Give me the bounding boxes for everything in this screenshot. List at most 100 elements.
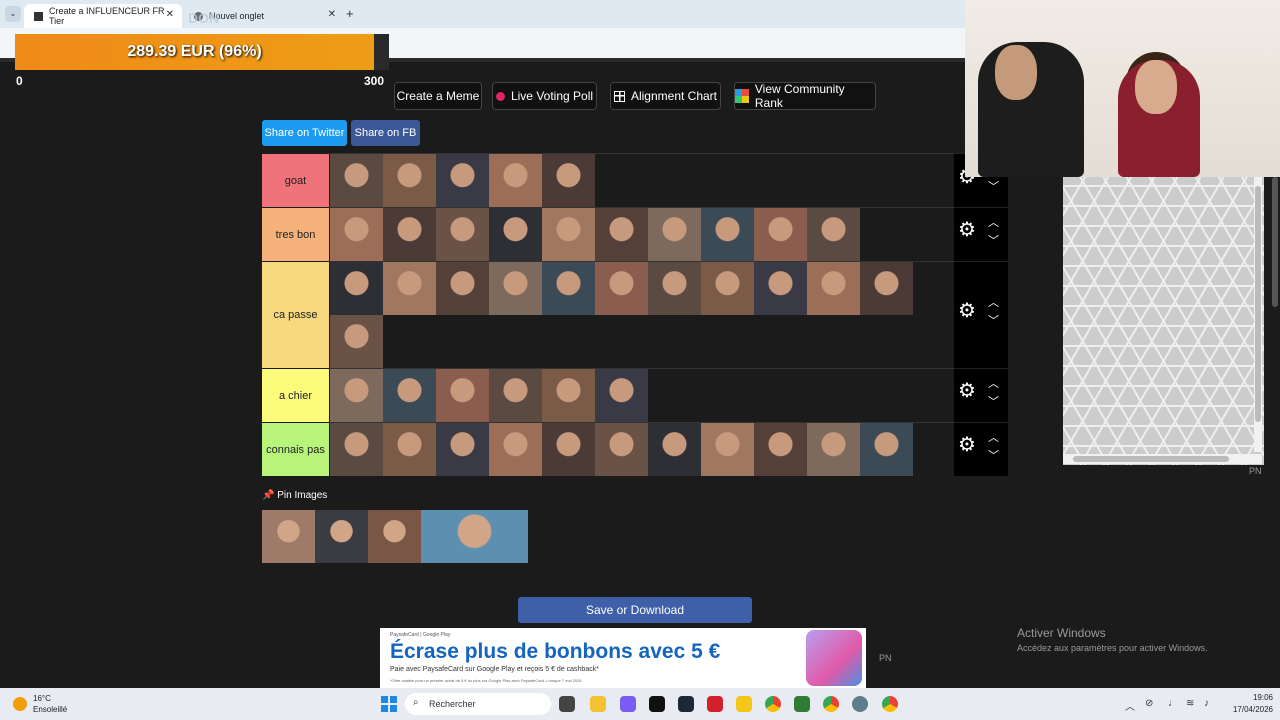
steam-icon[interactable] [678, 696, 694, 712]
tier-item-image[interactable] [489, 154, 542, 207]
gear-icon[interactable]: ⚙ [958, 217, 976, 242]
tier-label[interactable]: ca passe [262, 261, 329, 368]
chevron-up-icon[interactable]: ︿ [988, 214, 999, 230]
chevron-up-icon[interactable]: ︿ [988, 375, 999, 391]
tier-item-image[interactable] [754, 423, 807, 476]
close-tab-icon[interactable]: ✕ [328, 9, 336, 20]
wifi-icon[interactable]: ≋ [1186, 698, 1194, 709]
settings-icon[interactable] [852, 696, 868, 712]
tier-item-image[interactable] [807, 262, 860, 315]
page-scrollbar-thumb[interactable] [1272, 177, 1278, 307]
network-off-icon[interactable]: ⊘ [1145, 698, 1153, 709]
tier-item-image[interactable] [701, 208, 754, 261]
chevron-down-icon[interactable]: ﹀ [988, 178, 999, 194]
discord-icon[interactable] [620, 696, 636, 712]
tier-item-image[interactable] [701, 262, 754, 315]
tier-item-image[interactable] [383, 423, 436, 476]
tier-item-image[interactable] [542, 369, 595, 422]
tier-item-image[interactable] [330, 154, 383, 207]
panel-vertical-scroll-thumb[interactable] [1255, 186, 1261, 422]
tier-item-image[interactable] [860, 423, 913, 476]
tier-item-image[interactable] [807, 208, 860, 261]
tier-label[interactable]: connais pas [262, 422, 329, 476]
chevron-down-icon[interactable]: ﹀ [988, 447, 999, 463]
tier-row[interactable] [329, 261, 954, 368]
tier-item-image[interactable] [754, 208, 807, 261]
sun-icon[interactable] [13, 697, 27, 711]
tier-item-image[interactable] [648, 262, 701, 315]
tier-item-image[interactable] [595, 369, 648, 422]
chevron-up-icon[interactable]: ︿ [988, 429, 999, 445]
tier-item-image[interactable] [648, 208, 701, 261]
tier-row[interactable] [329, 153, 954, 207]
tier-item-image[interactable] [489, 369, 542, 422]
tier-item-image[interactable] [330, 369, 383, 422]
tier-item-image[interactable] [383, 369, 436, 422]
taskbar-search-input[interactable]: Rechercher [405, 693, 551, 715]
tier-item-image[interactable] [489, 208, 542, 261]
tier-label[interactable]: tres bon [262, 207, 329, 261]
gear-icon[interactable]: ⚙ [958, 378, 976, 403]
tier-item-image[interactable] [383, 154, 436, 207]
file-explorer-icon[interactable] [590, 696, 606, 712]
tier-item-image[interactable] [436, 423, 489, 476]
tier-item-image[interactable] [489, 262, 542, 315]
tab-list-dropdown[interactable]: ⌄ [5, 6, 21, 22]
tier-label[interactable]: goat [262, 153, 329, 207]
gear-icon[interactable]: ⚙ [958, 432, 976, 457]
app-red-icon[interactable] [707, 696, 723, 712]
tier-item-image[interactable] [860, 262, 913, 315]
tier-label[interactable]: a chier [262, 368, 329, 422]
tier-item-image[interactable] [330, 423, 383, 476]
create-meme-button[interactable]: Create a Meme [394, 82, 482, 110]
tier-item-image[interactable] [383, 262, 436, 315]
pinned-image[interactable] [262, 510, 315, 563]
tier-item-image[interactable] [436, 208, 489, 261]
tier-item-image[interactable] [542, 262, 595, 315]
tier-item-image[interactable] [595, 262, 648, 315]
pinned-image[interactable] [421, 510, 528, 563]
windows-start-icon[interactable] [381, 696, 397, 712]
chevron-up-icon[interactable]: ︿ [988, 294, 999, 310]
alignment-chart-button[interactable]: Alignment Chart [610, 82, 721, 110]
gear-icon[interactable]: ⚙ [958, 298, 976, 323]
tier-item-image[interactable] [595, 208, 648, 261]
chevron-down-icon[interactable]: ﹀ [988, 393, 999, 409]
tier-item-image[interactable] [489, 423, 542, 476]
share-twitter-button[interactable]: Share on Twitter [262, 120, 347, 146]
tier-row[interactable] [329, 368, 954, 422]
tier-item-image[interactable] [436, 262, 489, 315]
tier-item-image[interactable] [701, 423, 754, 476]
tier-item-image[interactable] [595, 423, 648, 476]
tier-item-image[interactable] [648, 423, 701, 476]
share-facebook-button[interactable]: Share on FB [351, 120, 420, 146]
chevron-down-icon[interactable]: ﹀ [988, 232, 999, 248]
tier-item-image[interactable] [383, 208, 436, 261]
chrome-profile-icon[interactable] [823, 696, 839, 712]
app-green-icon[interactable] [794, 696, 810, 712]
volume-icon[interactable]: ♪ [1204, 698, 1209, 709]
live-voting-poll-button[interactable]: Live Voting Poll [492, 82, 597, 110]
save-or-download-button[interactable]: Save or Download [518, 597, 752, 623]
view-community-rank-button[interactable]: View Community Rank [734, 82, 876, 110]
chrome-icon[interactable] [765, 696, 781, 712]
app-yellow-icon[interactable] [736, 696, 752, 712]
panel-horizontal-scroll-thumb[interactable] [1073, 456, 1229, 462]
image-source-panel[interactable] [1063, 177, 1264, 465]
microphone-icon[interactable]: ♩ [1168, 698, 1178, 709]
tier-item-image[interactable] [754, 262, 807, 315]
tier-item-image[interactable] [542, 423, 595, 476]
tier-item-image[interactable] [807, 423, 860, 476]
tier-item-image[interactable] [436, 154, 489, 207]
epic-games-icon[interactable] [649, 696, 665, 712]
pinned-image[interactable] [315, 510, 368, 563]
chrome-active-icon[interactable] [882, 696, 898, 712]
tier-row[interactable] [329, 422, 954, 476]
tier-item-image[interactable] [330, 315, 383, 368]
pinned-image[interactable] [368, 510, 421, 563]
tier-item-image[interactable] [330, 262, 383, 315]
chevron-down-icon[interactable]: ﹀ [988, 312, 999, 328]
tier-item-image[interactable] [542, 208, 595, 261]
tier-row[interactable] [329, 207, 954, 261]
new-tab-button[interactable]: + [346, 6, 354, 21]
